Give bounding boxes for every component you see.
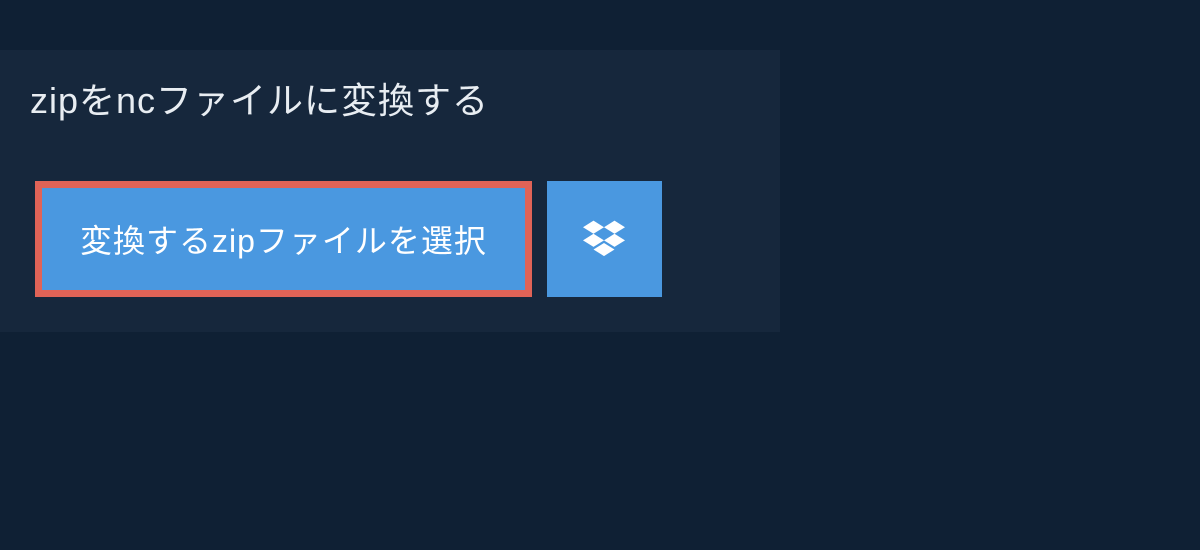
dropbox-icon <box>583 218 625 260</box>
page-title: zipをncファイルに変換する <box>30 72 560 124</box>
title-bar: zipをncファイルに変換する <box>0 50 590 146</box>
select-file-button[interactable]: 変換するzipファイルを選択 <box>35 181 532 297</box>
button-row: 変換するzipファイルを選択 <box>0 146 780 297</box>
dropbox-button[interactable] <box>547 181 662 297</box>
select-file-label: 変換するzipファイルを選択 <box>80 223 487 259</box>
converter-panel: zipをncファイルに変換する 変換するzipファイルを選択 <box>0 50 780 332</box>
